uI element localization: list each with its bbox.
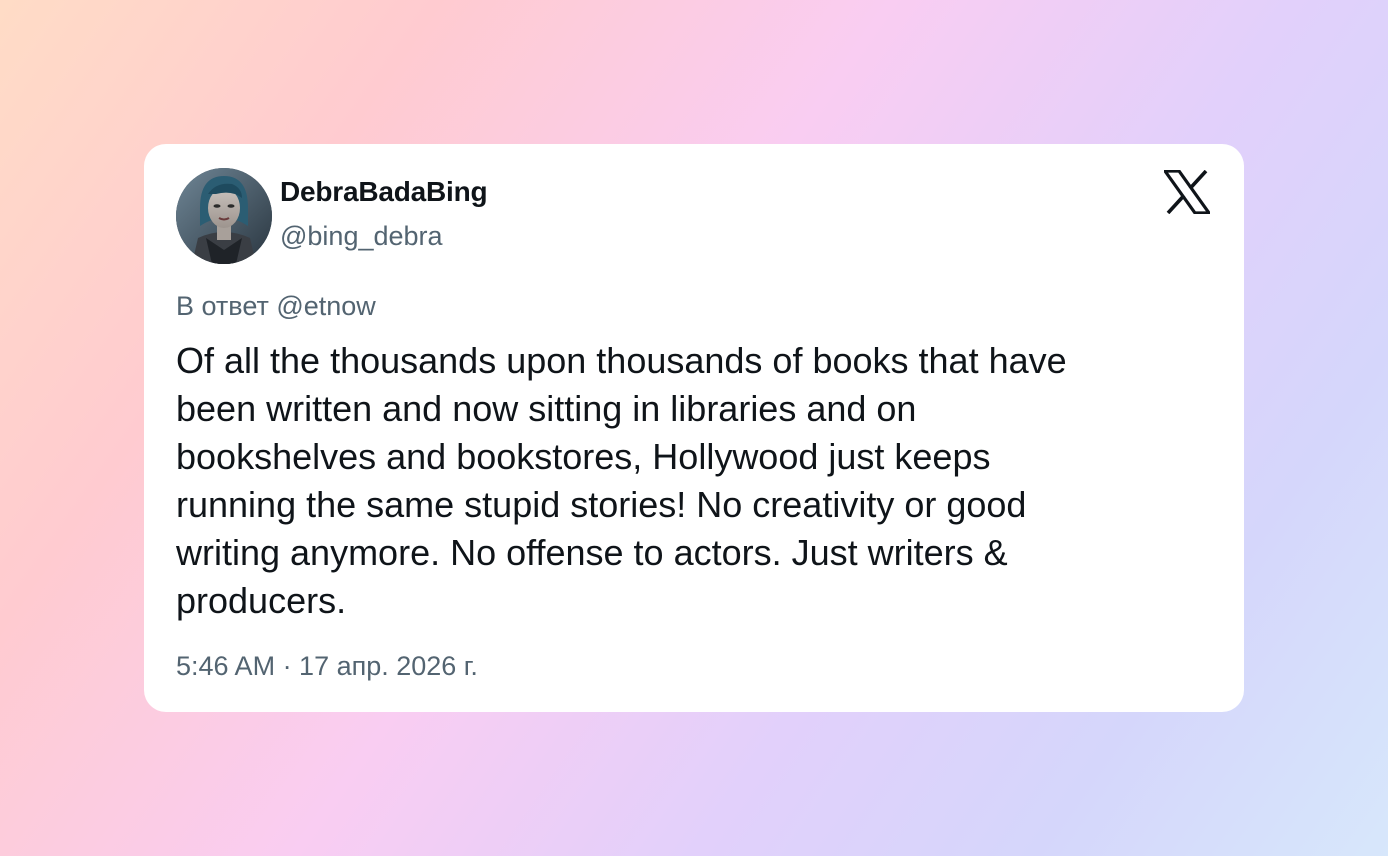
- x-logo-icon[interactable]: [1161, 169, 1213, 215]
- tweet-timestamp[interactable]: 5:46 AM · 17 апр. 2026 г.: [176, 651, 478, 682]
- avatar-image: [176, 168, 272, 264]
- user-handle[interactable]: @bing_debra: [280, 221, 443, 252]
- tweet-card: DebraBadaBing @bing_debra В ответ @etnow…: [144, 144, 1244, 712]
- display-name[interactable]: DebraBadaBing: [280, 176, 488, 208]
- tweet-text: Of all the thousands upon thousands of b…: [176, 340, 1067, 621]
- reply-to-label[interactable]: В ответ @etnow: [176, 291, 376, 322]
- avatar[interactable]: [176, 168, 272, 264]
